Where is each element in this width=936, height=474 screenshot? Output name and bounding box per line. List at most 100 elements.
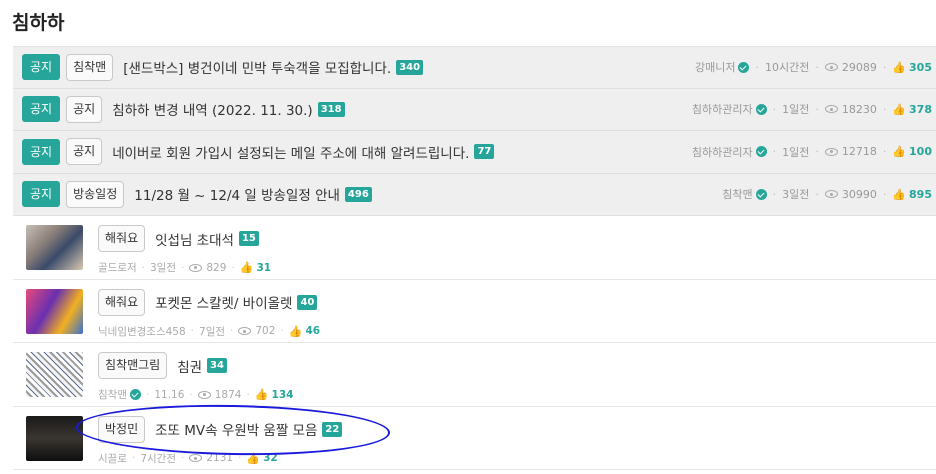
- like-count: 100: [909, 145, 932, 159]
- separator: ·: [772, 102, 777, 116]
- view-count: 18230: [841, 102, 877, 116]
- eye-icon: [824, 63, 838, 72]
- comment-count: 340: [396, 59, 424, 75]
- comment-count: 496: [344, 186, 372, 202]
- eye-icon: [189, 263, 203, 272]
- author-name[interactable]: 강매니저: [695, 59, 735, 75]
- like-count: 31: [256, 261, 272, 274]
- post-thumbnail[interactable]: [26, 415, 83, 461]
- category-badge[interactable]: 해줘요: [98, 225, 146, 252]
- notice-badge: 공지: [22, 138, 61, 165]
- post-title[interactable]: 침하하 변경 내역 (2022. 11. 30.): [112, 99, 313, 119]
- category-badge[interactable]: 공지: [66, 138, 103, 166]
- eye-icon: [189, 454, 203, 462]
- post-title[interactable]: 11/28 월 ~ 12/4 일 방송일정 안내: [134, 184, 340, 204]
- post-title[interactable]: 침권: [177, 356, 202, 376]
- view-count: 30990: [841, 187, 877, 201]
- post-meta: 침착맨 · 3일전 · 30990 · 👍 895: [722, 174, 932, 216]
- view-count: 12718: [841, 145, 877, 159]
- author-name[interactable]: 침하하관리자: [692, 101, 753, 117]
- view-count: 829: [206, 261, 227, 274]
- post-thumbnail[interactable]: [26, 288, 83, 334]
- post-time: 7일전: [199, 325, 226, 338]
- notice-row[interactable]: 공지 침착맨 [샌드박스] 병건이네 민박 투숙객을 모집합니다. 340 강매…: [13, 46, 936, 89]
- post-meta: 닉네임변경조스458 · 7일전 · 702 · 👍 46: [98, 324, 320, 339]
- thumbs-up-icon: 👍: [892, 187, 907, 201]
- post-title[interactable]: 조또 MV속 우원박 움짤 모음: [155, 419, 317, 439]
- separator: ·: [815, 145, 819, 159]
- like-count: 134: [271, 388, 294, 401]
- category-badge[interactable]: 해줘요: [98, 288, 146, 316]
- comment-count: 40: [297, 294, 318, 310]
- thumbs-up-icon: 👍: [246, 451, 261, 465]
- board-title: 침하하: [12, 12, 65, 34]
- post-main: 해줘요 포켓몬 스칼렛/ 바이올렛 40: [98, 288, 318, 316]
- notice-row[interactable]: 공지 공지 침하하 변경 내역 (2022. 11. 30.) 318 침하하관…: [13, 88, 936, 131]
- notice-badge: 공지: [22, 96, 61, 123]
- post-row[interactable]: 박정민 조또 MV속 우원박 움짤 모음 22 시끌로 · 7시간전 · 213…: [13, 407, 936, 470]
- post-list: 공지 침착맨 [샌드박스] 병건이네 민박 투숙객을 모집합니다. 340 강매…: [13, 46, 936, 470]
- view-count: 29089: [841, 60, 877, 74]
- like-count: 46: [305, 325, 321, 337]
- category-badge[interactable]: 박정민: [98, 415, 146, 443]
- post-title[interactable]: 포켓몬 스칼렛/ 바이올렛: [155, 292, 292, 312]
- thumbs-up-icon: 👍: [892, 60, 907, 74]
- category-badge[interactable]: 방송일정: [66, 180, 125, 208]
- post-row[interactable]: 해줘요 잇섭님 초대석 15 골드로저 · 3일전 · 829 · 👍 31: [13, 216, 936, 280]
- post-thumbnail[interactable]: [26, 352, 83, 397]
- author-name[interactable]: 침착맨: [98, 387, 127, 402]
- verified-icon: [755, 103, 767, 115]
- post-row[interactable]: 침착맨그림 침권 34 침착맨 · 11.16 · 1874 · 👍 134: [13, 343, 936, 407]
- comment-count: 318: [317, 101, 345, 117]
- like-count: 895: [909, 187, 932, 201]
- eye-icon: [824, 147, 838, 156]
- post-time: 7시간전: [140, 452, 176, 465]
- separator: ·: [882, 187, 887, 201]
- post-row[interactable]: 해줘요 포켓몬 스칼렛/ 바이올렛 40 닉네임변경조스458 · 7일전 · …: [13, 280, 936, 343]
- separator: ·: [181, 261, 185, 274]
- separator: ·: [772, 145, 777, 159]
- author-name[interactable]: 닉네임변경조스458: [98, 324, 186, 339]
- category-badge[interactable]: 침착맨: [66, 53, 114, 81]
- view-count: 702: [255, 325, 276, 337]
- post-main: 침착맨그림 침권 34: [98, 352, 227, 379]
- author-name[interactable]: 침하하관리자: [692, 144, 753, 160]
- post-title[interactable]: 잇섭님 초대석: [155, 229, 234, 249]
- separator: ·: [882, 102, 887, 116]
- separator: ·: [131, 452, 136, 464]
- eye-icon: [824, 190, 838, 199]
- separator: ·: [181, 452, 185, 464]
- separator: ·: [882, 145, 887, 159]
- like-count: 305: [909, 60, 932, 74]
- separator: ·: [882, 60, 887, 74]
- post-time: 3일전: [782, 188, 810, 202]
- author-name[interactable]: 시끌로: [98, 451, 127, 466]
- post-main: 해줘요 잇섭님 초대석 15: [98, 225, 259, 252]
- post-main: 박정민 조또 MV속 우원박 움짤 모음 22: [98, 415, 343, 443]
- author-name[interactable]: 골드로저: [98, 260, 137, 275]
- post-meta: 골드로저 · 3일전 · 829 · 👍 31: [98, 260, 271, 275]
- thumbs-up-icon: 👍: [254, 388, 269, 401]
- category-badge[interactable]: 침착맨그림: [98, 352, 168, 379]
- separator: ·: [755, 60, 759, 74]
- post-title[interactable]: 네이버로 회원 가입시 설정되는 메일 주소에 대해 알려드립니다.: [112, 142, 469, 162]
- verified-icon: [738, 61, 750, 73]
- notice-badge: 공지: [22, 54, 61, 81]
- post-time: 3일전: [149, 262, 176, 274]
- post-title[interactable]: [샌드박스] 병건이네 민박 투숙객을 모집합니다.: [123, 57, 391, 77]
- eye-icon: [824, 105, 838, 114]
- notice-row[interactable]: 공지 방송일정 11/28 월 ~ 12/4 일 방송일정 안내 496 침착맨…: [13, 173, 936, 216]
- post-time: 11.16: [154, 388, 185, 401]
- author-name[interactable]: 침착맨: [722, 186, 752, 202]
- post-meta: 침착맨 · 11.16 · 1874 · 👍 134: [98, 387, 293, 402]
- like-count: 32: [263, 452, 278, 464]
- category-badge[interactable]: 공지: [66, 95, 103, 123]
- post-meta: 시끌로 · 7시간전 · 2131 · 👍 32: [98, 451, 278, 466]
- post-thumbnail[interactable]: [26, 225, 83, 270]
- post-time: 10시간전: [764, 61, 810, 75]
- separator: ·: [230, 325, 234, 337]
- separator: ·: [815, 187, 819, 201]
- separator: ·: [141, 261, 145, 274]
- thumbs-up-icon: 👍: [892, 145, 907, 159]
- notice-row[interactable]: 공지 공지 네이버로 회원 가입시 설정되는 메일 주소에 대해 알려드립니다.…: [13, 131, 936, 174]
